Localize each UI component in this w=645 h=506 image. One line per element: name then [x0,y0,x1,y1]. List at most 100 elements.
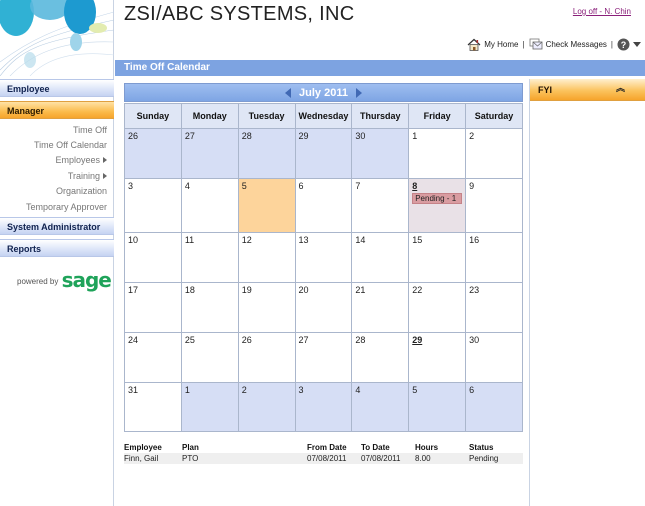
calendar-day-cell[interactable]: 17 [124,282,182,333]
help-menu[interactable]: ? [617,38,641,51]
calendar-day-cell[interactable]: 3 [294,382,353,432]
day-number: 24 [128,335,139,345]
calendar-week-row: 10 11 12 13 14 15 16 [124,232,523,283]
weekday-header-row: Sunday Monday Tuesday Wednesday Thursday Frid… [124,103,523,129]
day-number: 16 [469,235,480,245]
calendar-day-cell[interactable]: 7 [351,178,410,233]
my-home-link[interactable]: My Home [467,38,518,51]
day-number: 5 [241,181,247,191]
day-number: 17 [128,285,139,295]
calendar-day-cell[interactable]: 12 [237,232,296,283]
day-number: 28 [241,131,252,141]
details-column-header: Employee [124,443,162,452]
calendar-day-cell[interactable]: 11 [180,232,239,283]
page-title: Time Off Calendar [115,60,645,76]
weekday-header: Friday [408,103,467,129]
calendar-day-cell[interactable]: 29 [408,332,467,383]
time-off-details-table: Employee Plan From Date To Date Hours Status … [124,442,523,464]
day-number: 30 [469,335,480,345]
day-number: 12 [241,235,252,245]
calendar-day-cell[interactable]: 13 [294,232,353,283]
day-number: 3 [128,181,134,191]
calendar-week-row: 31 1 2 3 4 5 6 [124,382,523,432]
calendar-day-cell[interactable]: 25 [180,332,239,383]
separator: | [522,40,525,49]
calendar-day-cell[interactable]: 20 [294,282,353,333]
calendar-day-cell[interactable]: 4 [180,178,239,233]
nav-temporary-approver[interactable]: Temporary Approver [26,202,107,212]
details-header-row: Employee Plan From Date To Date Hours Status [124,442,523,453]
day-number: 22 [412,285,423,295]
day-number: 23 [469,285,480,295]
nav-manager[interactable]: Manager [0,101,114,119]
calendar-day-cell[interactable]: 28 [351,332,410,383]
nav-employees[interactable]: Employees [55,155,107,165]
day-number[interactable]: 29 [412,335,462,345]
nav-organization[interactable]: Organization [56,186,107,196]
calendar-day-cell[interactable]: 21 [351,282,410,333]
calendar-day-cell[interactable]: 18 [180,282,239,333]
my-home-label: My Home [484,40,519,49]
next-month-icon[interactable] [355,87,362,98]
calendar-day-cell[interactable]: 5 [408,382,467,432]
nav-employee[interactable]: Employee [0,79,114,97]
logoff-link[interactable]: Log off - N. Chin [573,7,631,16]
calendar-day-cell[interactable]: 29 [294,128,353,179]
nav-time-off[interactable]: Time Off [73,125,107,135]
prev-month-icon[interactable] [285,87,292,98]
calendar-day-cell[interactable]: 10 [124,232,182,283]
nav-reports[interactable]: Reports [0,239,114,257]
nav-system-administrator[interactable]: System Administrator [0,217,114,235]
powered-by-label: powered by [17,277,59,286]
calendar-day-cell[interactable]: 19 [237,282,296,333]
day-number: 30 [355,131,366,141]
messages-icon [529,38,542,50]
calendar-day-cell[interactable]: 27 [294,332,353,383]
day-number: 18 [184,285,195,295]
calendar-day-cell[interactable]: 2 [465,128,523,179]
calendar-week-row: 17 18 19 20 21 22 23 [124,282,523,333]
calendar-week-row: 24 25 26 27 28 29 30 [124,332,523,383]
collapse-icon[interactable]: ︽ [616,84,625,93]
day-number: 2 [469,131,475,141]
calendar-day-cell[interactable]: 6 [465,382,523,432]
calendar-day-cell[interactable]: 1 [408,128,467,179]
calendar-day-cell[interactable]: 28 [237,128,296,179]
calendar-day-cell[interactable]: 1 [180,382,239,432]
calendar-day-cell[interactable]: 27 [180,128,239,179]
details-cell: Finn, Gail [124,453,182,464]
day-number: 21 [355,285,366,295]
calendar-day-cell[interactable]: 26 [237,332,296,383]
calendar-day-cell[interactable]: 9 [465,178,523,233]
calendar-day-cell[interactable]: 22 [408,282,467,333]
calendar-day-cell[interactable]: 26 [124,128,182,179]
day-number[interactable]: 8 [412,181,462,191]
check-messages-link[interactable]: Check Messages [529,38,607,51]
calendar-day-cell[interactable]: 31 [124,382,182,432]
calendar-day-cell[interactable]: 6 [294,178,353,233]
calendar-day-cell[interactable]: 30 [465,332,523,383]
calendar-day-cell[interactable]: 24 [124,332,182,383]
calendar-day-cell[interactable]: 3 [124,178,182,233]
calendar-day-cell[interactable]: 8 Pending - 1 [408,178,467,233]
calendar-day-cell[interactable]: 4 [351,382,410,432]
calendar-day-cell[interactable]: 2 [237,382,296,432]
calendar-day-cell[interactable]: 23 [465,282,523,333]
details-cell: PTO [182,453,307,464]
calendar-day-cell[interactable]: 15 [408,232,467,283]
nav-employees-label: Employees [55,155,100,165]
calendar-day-cell[interactable]: 16 [465,232,523,283]
calendar-day-cell[interactable]: 5 [237,178,296,233]
nav-training[interactable]: Training [68,171,107,181]
table-row[interactable]: Finn, Gail PTO 07/08/2011 07/08/2011 8.00 Pen… [124,453,523,464]
day-number: 1 [412,131,418,141]
month-label: July 2011 [299,86,348,99]
day-number: 6 [298,181,304,191]
nav-time-off-calendar[interactable]: Time Off Calendar [34,140,107,150]
details-cell: 07/08/2011 [307,453,361,464]
day-number: 15 [412,235,423,245]
calendar-day-cell[interactable]: 30 [351,128,410,179]
pending-request-badge[interactable]: Pending - 1 [412,193,463,204]
check-messages-label: Check Messages [545,40,607,49]
calendar-day-cell[interactable]: 14 [351,232,410,283]
